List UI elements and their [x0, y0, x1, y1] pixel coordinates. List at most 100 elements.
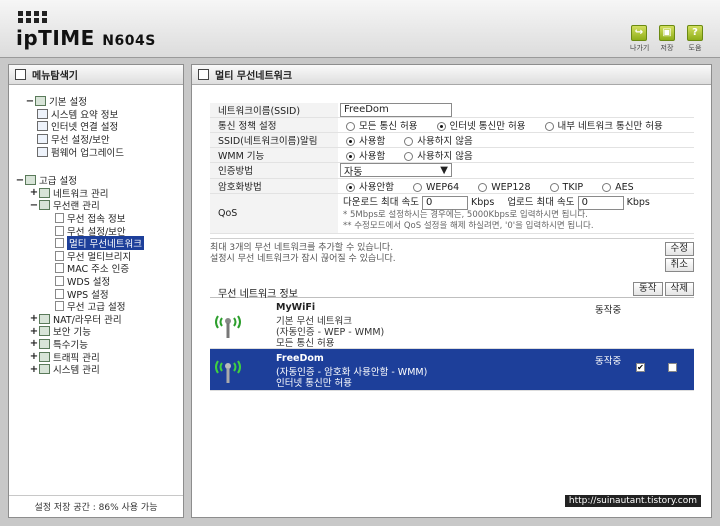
policy-internet-radio[interactable] [436, 122, 446, 131]
expand-icon: + [29, 351, 39, 363]
expand-icon: + [29, 187, 39, 199]
expand-icon: + [29, 325, 39, 337]
settings-form: 네트워크이름(SSID) FreeDom 통신 정책 설정 모든 통신 허용 인… [210, 103, 694, 234]
enc-none-radio[interactable] [346, 182, 355, 192]
activate-checkbox[interactable]: ✔ [636, 362, 645, 372]
auth-select[interactable]: 자동 ▼ [340, 163, 452, 178]
collapse-icon: − [15, 174, 25, 186]
menu-network-management[interactable]: + 네트워크 관리 [15, 187, 177, 200]
delete-button[interactable]: 삭제 [664, 281, 694, 296]
page-title: 멀티 무선네트워크 [215, 71, 293, 82]
menu-nat-router[interactable]: + NAT/라우터 관리 [15, 313, 177, 326]
network-row[interactable]: MyWiFi 기본 무선 네트워크 (자동인증 - WEP - WMM) 모든 … [210, 298, 694, 349]
folder-icon [39, 200, 50, 211]
broadcast-label: SSID(네트워크이름)알림 [210, 132, 338, 148]
qos-label: QoS [210, 193, 338, 234]
qos-note: ** 수정모드에서 QoS 설정을 해제 하실려면, '0'을 입력하시면 됩니… [343, 220, 594, 231]
auth-selected-value: 자동 [344, 166, 363, 178]
wmm-off-radio[interactable] [404, 152, 414, 161]
enc-option-label: WEP128 [491, 181, 531, 193]
menu-explorer: 메뉴탐색기 − 기본 설정 시스템 요약 정보 인터넷 연결 설정 무선 설정/보… [8, 64, 184, 518]
delete-checkbox[interactable] [668, 362, 677, 372]
ssid-input[interactable]: FreeDom [340, 103, 452, 117]
expand-icon: + [29, 313, 39, 325]
wmm-option-label: 사용함 [359, 151, 386, 162]
folder-icon [39, 313, 50, 324]
menu-tree: − 기본 설정 시스템 요약 정보 인터넷 연결 설정 무선 설정/보안 펌웨어 … [9, 85, 183, 377]
menu-system[interactable]: + 시스템 관리 [15, 363, 177, 377]
menu-basic-settings[interactable]: − 기본 설정 [15, 95, 177, 109]
menu-wps-settings[interactable]: WPS 설정 [15, 287, 177, 301]
policy-label: 통신 정책 설정 [210, 117, 338, 133]
enc-option-label: WEP64 [426, 181, 460, 193]
menu-multi-wireless-network[interactable]: 멀티 무선네트워크 [15, 236, 177, 251]
help-button[interactable]: ? 도움 [686, 25, 704, 53]
storage-status: 설정 저장 공간 : 86% 사용 가능 [9, 495, 183, 513]
logout-label: 나가기 [630, 44, 650, 52]
logout-icon: ↪ [631, 25, 647, 41]
qos-unit-label: Kbps [471, 197, 495, 209]
save-button[interactable]: ▣ 저장 [658, 25, 676, 53]
enc-wep128-radio[interactable] [478, 182, 488, 192]
qos-upload-input[interactable]: 0 [577, 195, 624, 210]
wifi-signal-icon [215, 314, 241, 338]
brand-name: ipTIME [16, 26, 95, 50]
logout-button[interactable]: ↪ 나가기 [630, 25, 650, 53]
menu-internet-setup[interactable]: 인터넷 연결 설정 [15, 120, 177, 133]
main-panel-title: 멀티 무선네트워크 [192, 65, 711, 85]
menu-firmware-upgrade[interactable]: 펌웨어 업그레이드 [15, 145, 177, 159]
wmm-on-radio[interactable] [346, 152, 355, 161]
enc-wep64-radio[interactable] [413, 182, 422, 192]
help-icon: ? [687, 25, 703, 41]
menu-advanced-settings[interactable]: − 고급 설정 [15, 174, 177, 188]
network-policy: 인터넷 통신만 허용 [276, 377, 352, 389]
qos-upload-label: 업로드 최대 속도 [507, 197, 575, 209]
page-icon [55, 250, 64, 261]
wmm-label: WMM 기능 [210, 147, 338, 163]
folder-icon [39, 351, 50, 362]
network-list-header: 무선 네트워크 정보 동작 삭제 [210, 281, 694, 300]
broadcast-on-radio[interactable] [346, 137, 355, 146]
menu-wireless-management[interactable]: − 무선랜 관리 [15, 199, 177, 213]
menu-system-summary[interactable]: 시스템 요약 정보 [15, 108, 177, 121]
menu-wireless-multibridge[interactable]: 무선 멀티브리지 [15, 250, 177, 263]
page-icon [55, 276, 64, 287]
model-name: N604S [102, 33, 156, 49]
menu-mac-auth[interactable]: MAC 주소 인증 [15, 262, 177, 275]
policy-all-radio[interactable] [346, 122, 355, 131]
qos-unit-label: Kbps [626, 197, 650, 209]
policy-option-label: 모든 통신 허용 [359, 121, 418, 132]
menu-wireless-settings-security[interactable]: 무선 설정/보안 [15, 224, 177, 238]
menu-wireless-advanced[interactable]: 무선 고급 설정 [15, 300, 177, 313]
ssid-label: 네트워크이름(SSID) [210, 103, 338, 118]
broadcast-off-radio[interactable] [404, 137, 414, 146]
menu-wireless-security[interactable]: 무선 설정/보안 [15, 133, 177, 146]
menu-special[interactable]: + 특수기능 [15, 338, 177, 351]
cancel-button[interactable]: 취소 [664, 257, 694, 272]
menu-wds-settings[interactable]: WDS 설정 [15, 275, 177, 288]
folder-icon [39, 187, 50, 198]
page-icon [37, 108, 48, 119]
enc-aes-radio[interactable] [602, 182, 612, 192]
network-name: MyWiFi [276, 301, 316, 313]
activate-button[interactable]: 동작 [633, 281, 663, 296]
qos-download-label: 다운로드 최대 속도 [343, 197, 419, 209]
menu-traffic[interactable]: + 트래픽 관리 [15, 350, 177, 364]
enc-option-label: 사용안함 [359, 181, 394, 193]
menu-wireless-connection-info[interactable]: 무선 접속 정보 [15, 212, 177, 225]
info-text: 설정시 무선 네트워크가 잠시 끊어질 수 있습니다. [210, 253, 396, 264]
broadcast-option-label: 사용함 [359, 136, 386, 147]
page-icon [37, 134, 48, 145]
expand-icon: + [29, 338, 39, 350]
menu-explorer-label: 메뉴탐색기 [32, 71, 78, 82]
menu-security[interactable]: + 보안 기능 [15, 325, 177, 339]
edit-button[interactable]: 수정 [664, 241, 694, 256]
policy-internal-radio[interactable] [544, 122, 554, 131]
wmm-option-label: 사용하지 않음 [417, 151, 473, 162]
info-text: 최대 3개의 무선 네트워크를 추가할 수 있습니다. [210, 242, 394, 253]
network-row-selected[interactable]: FreeDom (자동인증 - 암호화 사용안함 - WMM) 인터넷 통신만 … [210, 348, 694, 391]
enc-tkip-radio[interactable] [549, 182, 559, 192]
menu-item-label: 펌웨어 업그레이드 [51, 147, 124, 159]
page-icon [55, 288, 64, 299]
qos-download-input[interactable]: 0 [422, 195, 468, 210]
